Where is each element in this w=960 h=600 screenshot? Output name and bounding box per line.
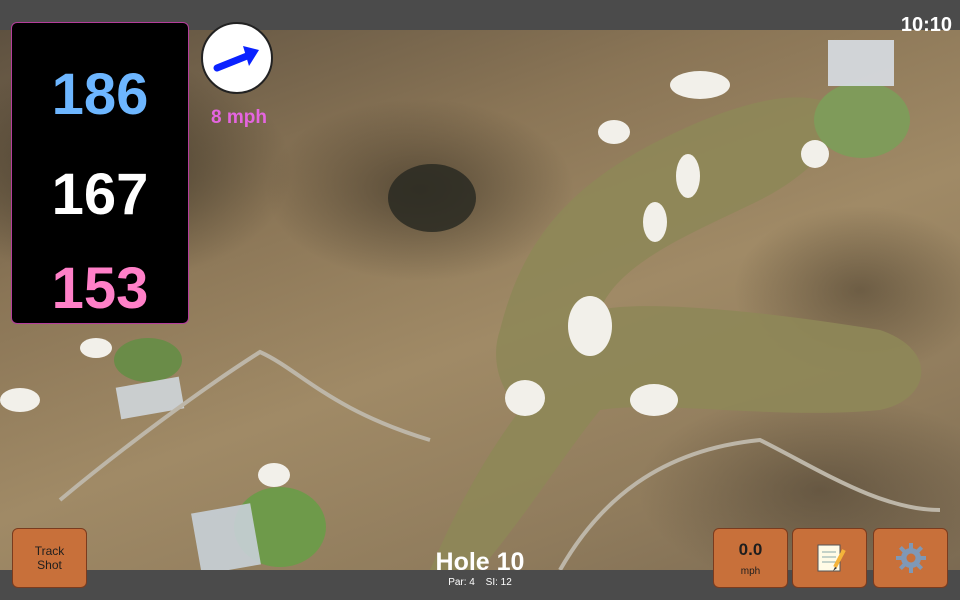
distance-front: 153: [51, 256, 149, 321]
wind-indicator: [201, 22, 273, 94]
notepad-icon: [817, 544, 846, 572]
hole-info: Par: 4 SI: 12: [380, 577, 580, 588]
distance-middle: 167: [51, 162, 149, 227]
tarp: [828, 40, 894, 86]
bunker: [598, 120, 630, 144]
track-shot-label: Track Shot: [34, 544, 65, 572]
tarp: [191, 503, 261, 570]
bunker: [80, 338, 112, 358]
bunker: [505, 380, 545, 416]
bunker: [801, 140, 829, 168]
green: [114, 338, 182, 382]
pond: [388, 164, 476, 232]
notes-button[interactable]: [792, 528, 867, 588]
bunker: [643, 202, 667, 242]
hole-stroke-index: SI: 12: [485, 577, 512, 588]
wind-arrow-icon: [213, 46, 259, 72]
bunker: [630, 384, 678, 416]
speed-button[interactable]: 0.0 mph: [713, 528, 788, 588]
bunker: [670, 71, 730, 99]
bunker: [568, 296, 612, 356]
distance-panel: 186 167 153: [11, 22, 189, 324]
settings-button[interactable]: [873, 528, 948, 588]
speed-unit: mph: [740, 565, 761, 577]
wind-speed: 8 mph: [211, 107, 267, 128]
distance-back: 186: [51, 62, 149, 127]
speed-value: 0.0: [738, 539, 763, 559]
hole-title: Hole 10: [435, 548, 525, 576]
green: [814, 82, 910, 158]
gear-icon: [895, 543, 926, 573]
track-shot-button[interactable]: Track Shot: [12, 528, 87, 588]
bunker: [258, 463, 290, 487]
bunker: [0, 388, 40, 412]
bunker: [676, 154, 700, 198]
cart-path: [58, 349, 431, 502]
clock: 10:10: [900, 14, 952, 36]
fairway: [430, 97, 922, 570]
hole-par: Par: 4: [448, 577, 475, 588]
